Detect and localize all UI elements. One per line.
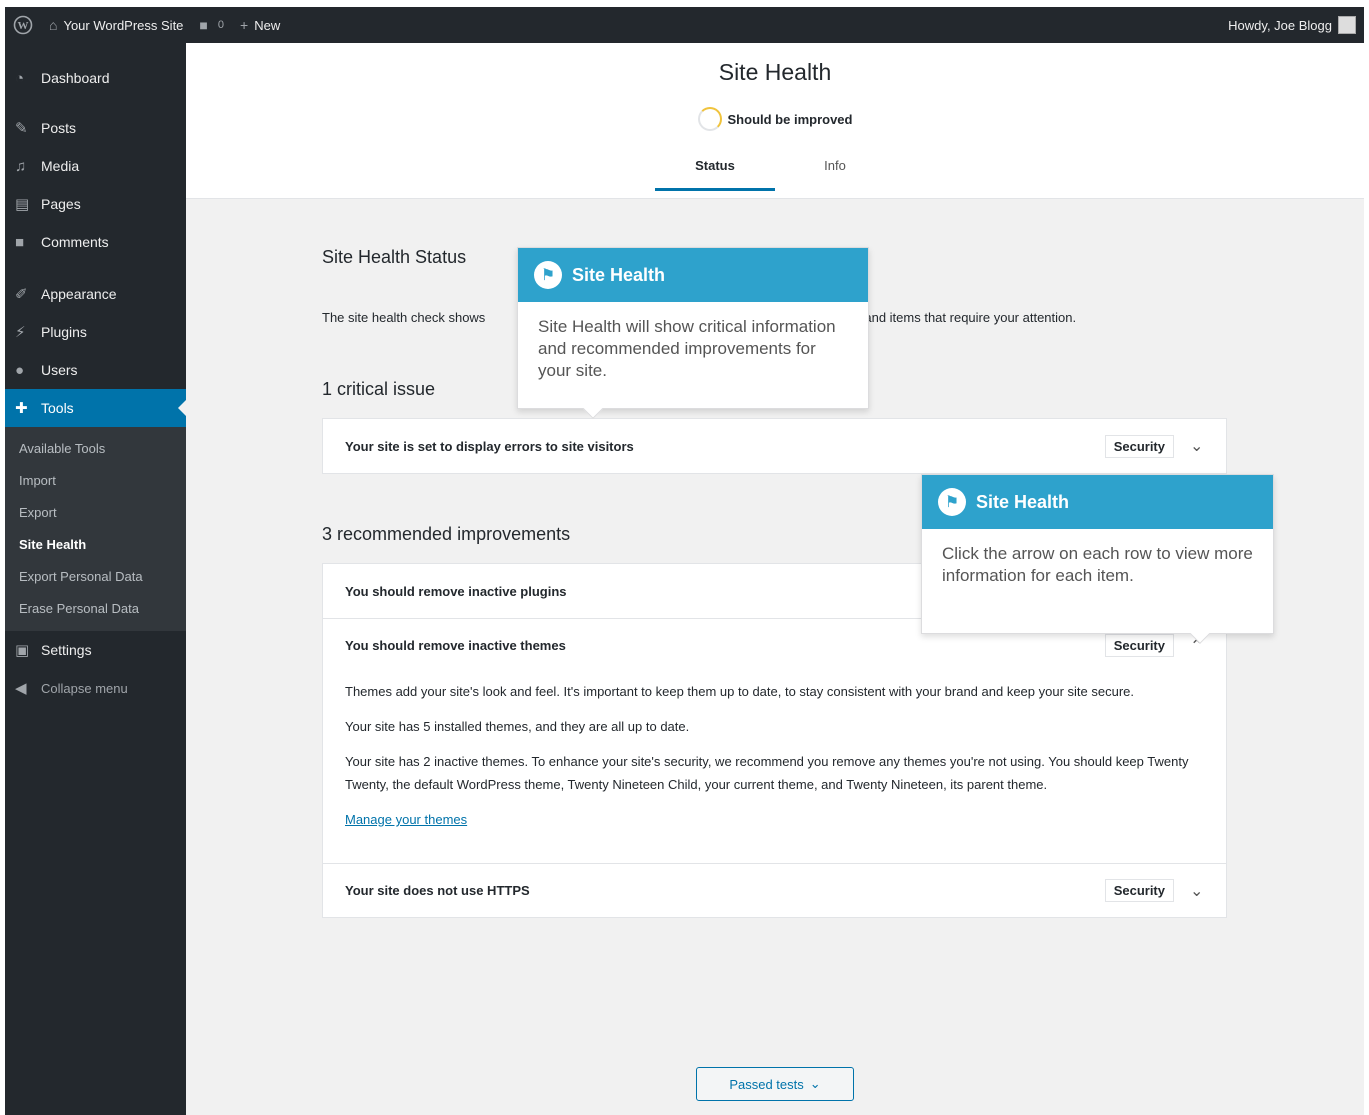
collapse-label: Collapse menu [41,680,128,696]
sidebar-item-appearance[interactable]: ✐ Appearance [5,275,186,313]
sidebar-item-plugins[interactable]: ⚡ Plugins [5,313,186,351]
submenu-export[interactable]: Export [5,497,186,529]
avatar [1338,16,1356,34]
collapse-icon: ◀ [15,680,27,697]
comment-icon: ■ [15,233,25,251]
dashboard-icon: ◔ [15,69,25,87]
comments-count: 0 [217,19,225,31]
passed-tests-button[interactable]: Passed tests ⌄ [696,1067,854,1101]
details-paragraph: Your site has 5 installed themes, and th… [345,719,690,734]
sidebar-item-label: Settings [41,642,92,658]
tab-bar: Status Info [186,151,1364,191]
tools-submenu: Available Tools Import Export Site Healt… [5,427,186,631]
sidebar-item-label: Plugins [41,324,87,340]
pointer-body: Click the arrow on each row to view more… [942,544,1253,585]
security-badge: Security [1104,634,1174,657]
issue-row[interactable]: Your site is set to display errors to si… [323,419,1226,473]
sidebar-item-label: Users [41,362,78,378]
admin-bar: W ⌂ Your WordPress Site ■ 0 + New Howdy,… [5,7,1364,43]
manage-themes-link[interactable]: Manage your themes [345,812,467,827]
submenu-erase-personal-data[interactable]: Erase Personal Data [5,593,186,625]
new-content-link[interactable]: + New [232,7,288,43]
my-account-link[interactable]: Howdy, Joe Blogg [1220,7,1364,43]
sidebar-item-dashboard[interactable]: ◔ Dashboard [5,59,186,97]
page-title: Site Health [718,59,832,85]
sidebar-item-label: Appearance [41,286,117,302]
sidebar-item-label: Posts [41,120,77,136]
description-end: ation and items that require your attent… [832,310,1077,325]
sidebar-item-comments[interactable]: ■ Comments [5,223,186,261]
issue-title: You should remove inactive themes [345,638,566,653]
pointer-title: Site Health [572,264,666,285]
description-start: The site health check shows [322,310,486,325]
brush-icon: ✐ [15,286,28,303]
flag-icon: ⚑ [938,488,966,516]
sidebar-item-settings[interactable]: ▣ Settings [5,631,186,669]
tab-info[interactable]: Info [775,151,895,191]
chevron-down-icon[interactable]: ⌄ [1190,881,1204,901]
sidebar-item-tools[interactable]: ✚ Tools [5,389,186,427]
new-label: New [254,17,281,33]
sidebar-item-posts[interactable]: ✎ Posts [5,109,186,147]
pointer-header: ⚑ Site Health [922,475,1273,529]
tab-status[interactable]: Status [655,151,775,191]
submenu-site-health[interactable]: Site Health [5,529,186,561]
issue-details-panel: Themes add your site's look and feel. It… [323,672,1226,863]
issue-title: Your site is set to display errors to si… [345,438,634,454]
site-health-header: Site Health Should be improved Status In… [186,43,1364,199]
pin-icon: ✎ [15,120,28,137]
health-score: Should be improved [186,107,1364,131]
issue-row[interactable]: Your site does not use HTTPS Security ⌄ [323,863,1226,917]
row-arrow-pointer: ⚑ Site Health Click the arrow on each ro… [921,474,1274,644]
pointer-body: Site Health will show critical informati… [538,317,836,380]
settings-icon: ▣ [15,642,30,659]
plus-icon: + [240,17,249,33]
submenu-import[interactable]: Import [5,465,186,497]
site-name-link[interactable]: ⌂ Your WordPress Site [41,7,191,43]
pointer-title: Site Health [976,491,1070,512]
sidebar-item-label: Comments [41,234,109,250]
wordpress-logo-icon[interactable]: W [5,7,41,43]
site-name-label: Your WordPress Site [63,17,184,33]
pages-icon: ▤ [15,196,30,213]
comments-link[interactable]: ■ 0 [191,7,232,43]
pointer-header: ⚑ Site Health [518,248,868,302]
sidebar-item-pages[interactable]: ▤ Pages [5,185,186,223]
details-paragraph: Your site has 2 inactive themes. To enha… [345,754,1189,792]
progress-ring-icon [697,107,722,131]
sidebar-item-users[interactable]: ● Users [5,351,186,389]
submenu-export-personal-data[interactable]: Export Personal Data [5,561,186,593]
score-label: Should be improved [727,111,853,127]
svg-text:W: W [18,20,29,32]
comment-bubble-icon: ■ [199,17,208,33]
issue-title: Your site does not use HTTPS [345,883,530,898]
sidebar-item-media[interactable]: ♫ Media [5,147,186,185]
home-icon: ⌂ [49,17,58,33]
submenu-available-tools[interactable]: Available Tools [5,433,186,465]
wrench-icon: ✚ [15,400,28,417]
collapse-menu-button[interactable]: ◀ Collapse menu [5,669,186,707]
site-health-pointer: ⚑ Site Health Site Health will show crit… [517,247,869,419]
users-icon: ● [15,361,25,379]
howdy-label: Howdy, Joe Blogg [1228,17,1332,33]
sidebar-item-label: Pages [41,196,81,212]
sidebar-item-label: Media [41,158,80,174]
chevron-down-icon: ⌄ [809,1076,821,1091]
passed-tests-label: Passed tests [729,1076,804,1092]
security-badge: Security [1104,434,1174,458]
wp-admin-frame: W ⌂ Your WordPress Site ■ 0 + New Howdy,… [5,7,1364,1115]
flag-icon: ⚑ [534,261,562,289]
details-paragraph: Themes add your site's look and feel. It… [345,684,1135,699]
chevron-down-icon[interactable]: ⌄ [1190,436,1204,456]
media-icon: ♫ [15,157,27,175]
sidebar-item-label: Dashboard [41,70,110,86]
sidebar-item-label: Tools [41,400,74,416]
security-badge: Security [1104,879,1174,902]
admin-sidebar: ◔ Dashboard ✎ Posts ♫ Media ▤ Pages ■ Co… [5,43,186,1115]
critical-issues-list: Your site is set to display errors to si… [322,418,1227,474]
plug-icon: ⚡ [15,324,26,341]
